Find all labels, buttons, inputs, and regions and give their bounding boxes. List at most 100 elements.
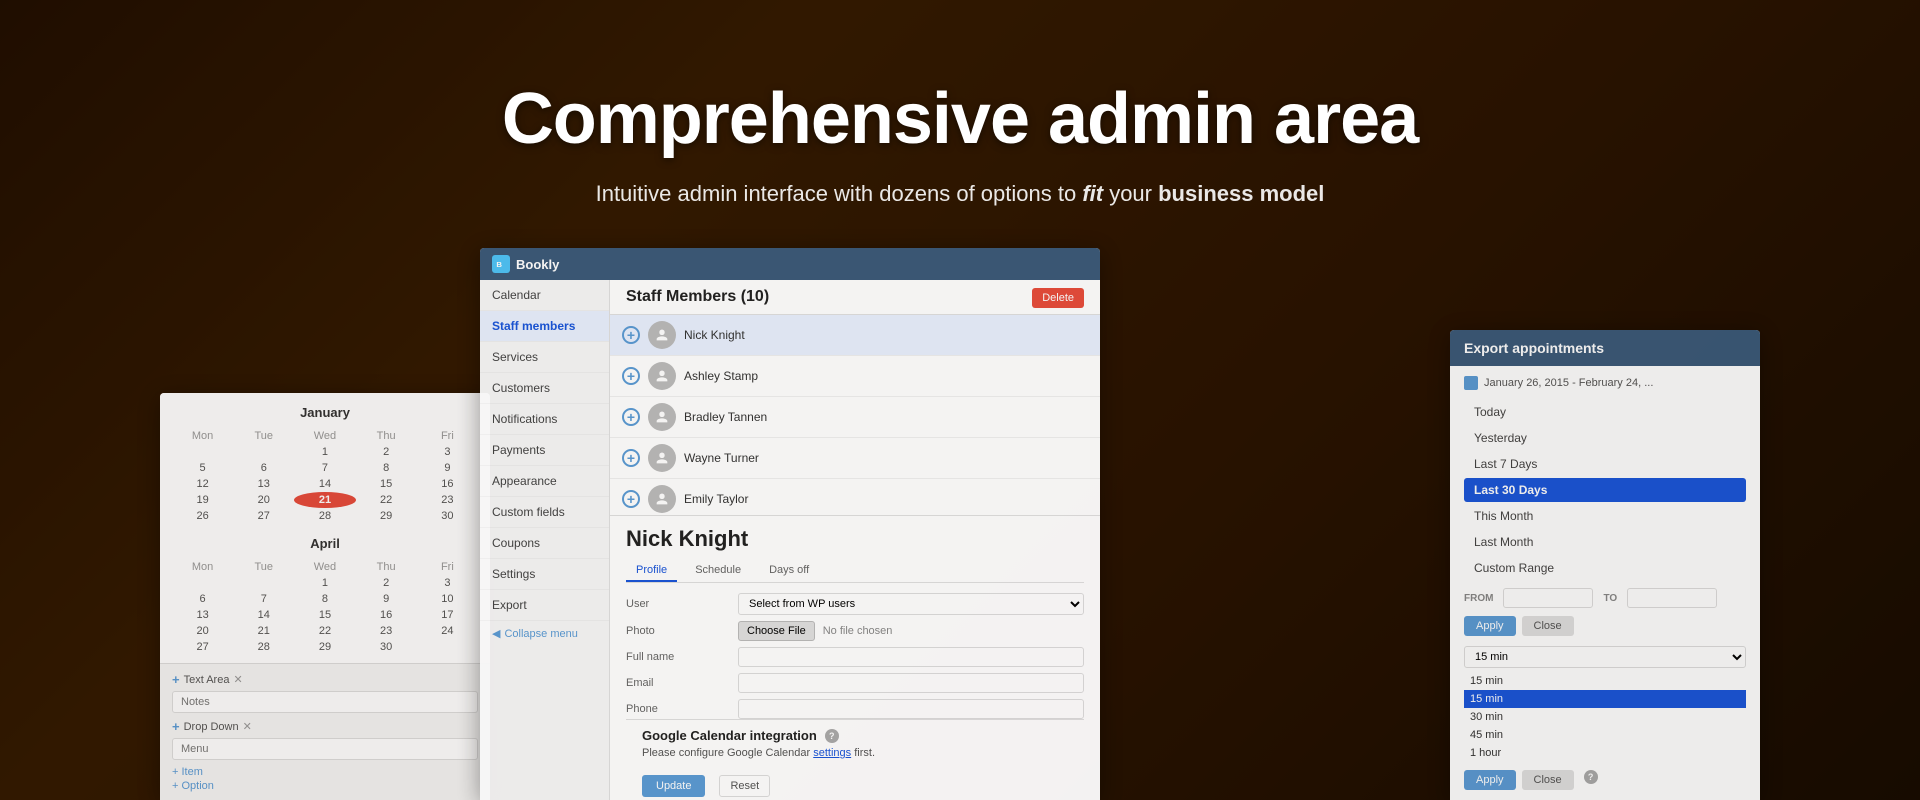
- sidebar-item-calendar[interactable]: Calendar: [480, 280, 609, 311]
- cal-day[interactable]: 1: [294, 444, 355, 460]
- update-button[interactable]: Update: [642, 775, 705, 797]
- staff-row-bradley-tannen[interactable]: + Bradley Tannen: [610, 397, 1100, 438]
- cal-day[interactable]: 12: [172, 476, 233, 492]
- cal-day[interactable]: 3: [417, 575, 478, 591]
- add-option-button[interactable]: + Option: [172, 780, 478, 792]
- cal-day[interactable]: [233, 444, 294, 460]
- dropdown-field-box[interactable]: Menu: [172, 738, 478, 760]
- mini-option-4[interactable]: 1 hour: [1464, 744, 1746, 762]
- sidebar-item-custom-fields[interactable]: Custom fields: [480, 497, 609, 528]
- cal-day[interactable]: 6: [172, 591, 233, 607]
- sidebar-item-services[interactable]: Services: [480, 342, 609, 373]
- cal-day[interactable]: 21: [233, 623, 294, 639]
- add-item-button[interactable]: + Item: [172, 766, 478, 778]
- cal-day[interactable]: 2: [356, 575, 417, 591]
- final-close-button[interactable]: Close: [1522, 770, 1574, 790]
- cal-day[interactable]: 14: [294, 476, 355, 492]
- cal-day[interactable]: 2: [356, 444, 417, 460]
- cal-day[interactable]: 30: [417, 508, 478, 524]
- cal-day[interactable]: 22: [294, 623, 355, 639]
- export-option-last7days[interactable]: Last 7 Days: [1464, 452, 1746, 476]
- google-cal-settings-link[interactable]: settings: [813, 747, 851, 759]
- from-date-input[interactable]: [1503, 588, 1593, 608]
- staff-add-icon[interactable]: +: [622, 408, 640, 426]
- cal-day[interactable]: 3: [417, 444, 478, 460]
- sidebar-item-staff[interactable]: Staff members: [480, 311, 609, 342]
- cal-day[interactable]: 22: [356, 492, 417, 508]
- cal-day[interactable]: 7: [294, 460, 355, 476]
- export-option-custom-range[interactable]: Custom Range: [1464, 556, 1746, 580]
- to-date-input[interactable]: [1627, 588, 1717, 608]
- user-select[interactable]: Select from WP users: [738, 593, 1084, 615]
- cal-day-today[interactable]: 21: [294, 492, 355, 508]
- phone-input[interactable]: [738, 699, 1084, 719]
- sidebar-item-settings[interactable]: Settings: [480, 559, 609, 590]
- delete-button[interactable]: Delete: [1032, 288, 1084, 308]
- google-cal-help-icon[interactable]: ?: [825, 729, 839, 743]
- cal-day[interactable]: [172, 575, 233, 591]
- export-option-this-month[interactable]: This Month: [1464, 504, 1746, 528]
- cal-day[interactable]: [417, 639, 478, 655]
- cal-day[interactable]: 15: [356, 476, 417, 492]
- cal-day[interactable]: 6: [233, 460, 294, 476]
- textarea-field-box[interactable]: Notes: [172, 691, 478, 713]
- tab-schedule[interactable]: Schedule: [685, 560, 751, 582]
- sidebar-item-notifications[interactable]: Notifications: [480, 404, 609, 435]
- cal-day[interactable]: 13: [172, 607, 233, 623]
- export-option-last-month[interactable]: Last Month: [1464, 530, 1746, 554]
- cal-day[interactable]: 26: [172, 508, 233, 524]
- mini-option-2[interactable]: 30 min: [1464, 708, 1746, 726]
- cal-day[interactable]: 13: [233, 476, 294, 492]
- cal-day[interactable]: 1: [294, 575, 355, 591]
- cal-day[interactable]: 7: [233, 591, 294, 607]
- cal-day[interactable]: 8: [356, 460, 417, 476]
- staff-add-icon[interactable]: +: [622, 367, 640, 385]
- cal-day[interactable]: 20: [172, 623, 233, 639]
- cal-day[interactable]: 16: [417, 476, 478, 492]
- cal-day[interactable]: 23: [417, 492, 478, 508]
- choose-file-button[interactable]: Choose File: [738, 621, 815, 641]
- cal-day[interactable]: 9: [356, 591, 417, 607]
- collapse-menu-button[interactable]: ◀ Collapse menu: [480, 621, 609, 646]
- sidebar-item-appearance[interactable]: Appearance: [480, 466, 609, 497]
- duration-select[interactable]: 15 min 30 min 45 min 1 hour: [1464, 646, 1746, 668]
- sidebar-item-export[interactable]: Export: [480, 590, 609, 621]
- add-dropdown-icon[interactable]: +: [172, 719, 180, 734]
- cal-day[interactable]: 27: [172, 639, 233, 655]
- staff-row-nick-knight[interactable]: + Nick Knight: [610, 315, 1100, 356]
- apply-button[interactable]: Apply: [1464, 616, 1516, 636]
- add-textarea-icon[interactable]: +: [172, 672, 180, 687]
- export-date-checkbox[interactable]: [1464, 376, 1478, 390]
- cal-day[interactable]: 8: [294, 591, 355, 607]
- cal-day[interactable]: 20: [233, 492, 294, 508]
- cal-day[interactable]: 14: [233, 607, 294, 623]
- cal-day[interactable]: 29: [294, 639, 355, 655]
- sidebar-item-coupons[interactable]: Coupons: [480, 528, 609, 559]
- help-icon-right[interactable]: ?: [1584, 770, 1598, 784]
- remove-textarea-icon[interactable]: ✕: [233, 673, 242, 686]
- fullname-input[interactable]: [738, 647, 1084, 667]
- staff-add-icon[interactable]: +: [622, 326, 640, 344]
- reset-button[interactable]: Reset: [719, 775, 770, 797]
- remove-dropdown-icon[interactable]: ✕: [243, 720, 252, 733]
- cal-day[interactable]: 19: [172, 492, 233, 508]
- mini-option-1[interactable]: 15 min: [1464, 672, 1746, 690]
- cal-day[interactable]: 29: [356, 508, 417, 524]
- close-button[interactable]: Close: [1522, 616, 1574, 636]
- staff-add-icon[interactable]: +: [622, 449, 640, 467]
- export-option-last30days[interactable]: Last 30 Days: [1464, 478, 1746, 502]
- staff-row-wayne-turner[interactable]: + Wayne Turner: [610, 438, 1100, 479]
- cal-day[interactable]: 5: [172, 460, 233, 476]
- cal-day[interactable]: 16: [356, 607, 417, 623]
- sidebar-item-payments[interactable]: Payments: [480, 435, 609, 466]
- mini-option-selected[interactable]: 15 min: [1464, 690, 1746, 708]
- cal-day[interactable]: 9: [417, 460, 478, 476]
- email-input[interactable]: [738, 673, 1084, 693]
- cal-day[interactable]: 28: [294, 508, 355, 524]
- cal-day[interactable]: 24: [417, 623, 478, 639]
- staff-row-ashley-stamp[interactable]: + Ashley Stamp: [610, 356, 1100, 397]
- staff-row-emily-taylor[interactable]: + Emily Taylor: [610, 479, 1100, 515]
- sidebar-item-customers[interactable]: Customers: [480, 373, 609, 404]
- cal-day[interactable]: [233, 575, 294, 591]
- staff-add-icon[interactable]: +: [622, 490, 640, 508]
